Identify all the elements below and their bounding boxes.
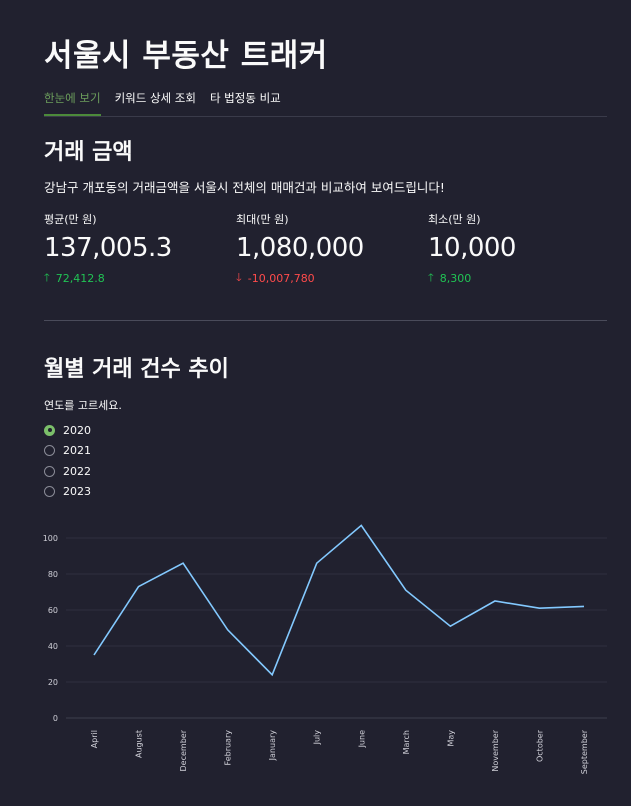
x-tick-label: March [402,730,411,754]
metric-average: 평균(만 원) 137,005.3 🡑 72,412.8 [44,211,172,288]
delta-value: 8,300 [439,272,472,285]
year-option-2023[interactable]: 2023 [44,482,91,503]
metric-delta: 🡑 72,412.8 [44,269,172,288]
x-tick-label: November [491,729,500,771]
metric-label: 최소(만 원) [428,213,481,226]
monthly-trade-line-chart: 0 20 40 60 80 100 April August December February… [43,524,607,774]
year-radio-group: 2020 2021 2022 2023 [44,420,91,502]
metric-value: 1,080,000 [236,233,364,263]
trade-heading: 거래 금액 [44,140,133,165]
year-radio-label: 연도를 고르세요. [44,399,122,412]
metric-label: 평균(만 원) [44,213,97,226]
x-tick-label: June [357,730,366,749]
metric-delta: 🡓 -10,007,780 [236,269,364,288]
tab-bar: 한눈에 보기 키워드 상세 조회 타 법정동 비교 [44,90,607,117]
radio-unchecked-icon [44,486,55,498]
x-tick-label: January [268,730,277,762]
tab-compare-dong[interactable]: 타 법정동 비교 [210,90,281,116]
year-option-2020[interactable]: 2020 [44,420,91,441]
radio-checked-icon [44,424,55,436]
x-tick-label: October [535,729,544,762]
x-tick-label: September [580,729,589,774]
metric-label: 최대(만 원) [236,213,289,226]
divider [44,320,607,321]
y-tick-label: 0 [53,714,58,723]
x-tick-label: August [135,730,144,758]
series-line [93,524,585,677]
radio-label: 2020 [63,423,91,437]
x-tick-label: February [224,730,233,766]
arrow-up-icon: 🡑 [428,271,434,284]
metric-max: 최대(만 원) 1,080,000 🡓 -10,007,780 [236,211,364,288]
year-option-2021[interactable]: 2021 [44,441,91,462]
y-tick-label: 40 [48,642,58,651]
arrow-up-icon: 🡑 [44,271,50,284]
x-tick-label: April [90,730,99,748]
trade-description: 강남구 개포동의 거래금액을 서울시 전체의 매매건과 비교하여 보여드립니다! [44,180,445,195]
x-tick-label: July [313,730,322,746]
delta-value: -10,007,780 [247,272,315,285]
year-option-2022[interactable]: 2022 [44,461,91,482]
radio-unchecked-icon [44,465,55,477]
monthly-heading: 월별 거래 건수 추이 [44,357,229,382]
radio-unchecked-icon [44,445,55,457]
tab-keyword-detail[interactable]: 키워드 상세 조회 [115,90,196,116]
page-title: 서울시 부동산 트래커 [44,38,328,74]
radio-label: 2023 [63,485,91,499]
y-tick-label: 100 [43,534,58,543]
delta-value: 72,412.8 [55,272,105,285]
metric-value: 10,000 [428,233,516,263]
x-tick-label: May [446,730,455,747]
metric-value: 137,005.3 [44,233,172,263]
y-tick-label: 80 [48,570,58,579]
arrow-down-icon: 🡓 [236,271,242,284]
radio-label: 2021 [63,444,91,458]
metric-delta: 🡑 8,300 [428,269,516,288]
radio-label: 2022 [63,464,91,478]
y-tick-label: 20 [48,678,58,687]
tab-overview[interactable]: 한눈에 보기 [44,90,101,116]
metric-min: 최소(만 원) 10,000 🡑 8,300 [428,211,516,288]
x-tick-label: December [179,729,188,771]
y-tick-label: 60 [48,606,58,615]
